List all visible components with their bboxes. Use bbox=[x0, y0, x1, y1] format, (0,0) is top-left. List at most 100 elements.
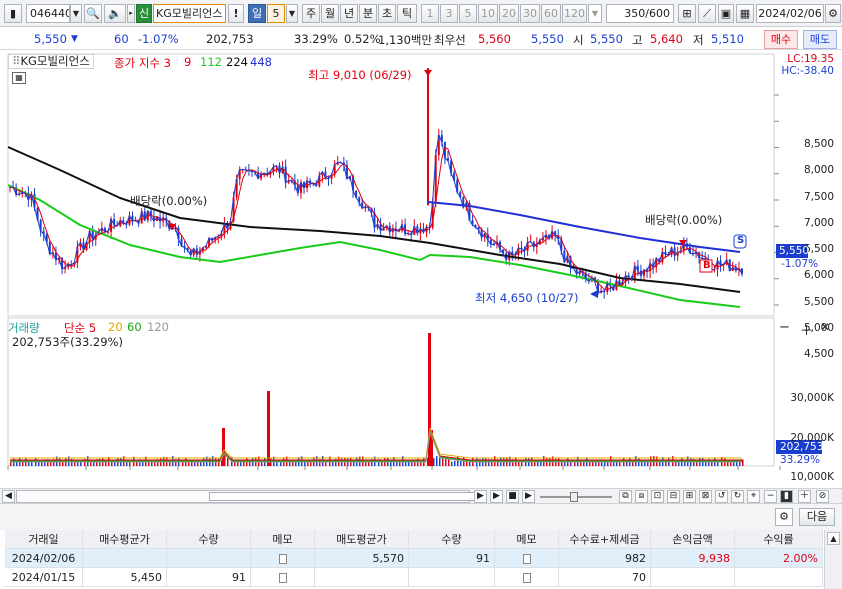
chart-type-icon[interactable]: ▮ bbox=[4, 4, 22, 23]
period-year-button[interactable]: 년 bbox=[340, 4, 358, 23]
minute-dropdown-icon[interactable]: ▼ bbox=[588, 4, 602, 23]
scroll-thumb[interactable] bbox=[209, 492, 485, 501]
indicator-add-icon[interactable]: ⊞ bbox=[678, 4, 696, 23]
play-icon[interactable]: ▶ bbox=[490, 490, 503, 503]
minute-120-button[interactable]: 120 bbox=[562, 4, 587, 23]
volume-bar bbox=[451, 461, 453, 466]
period-tick-button[interactable]: 틱 bbox=[397, 4, 417, 23]
step-icon[interactable]: ▶ bbox=[522, 490, 535, 503]
volume-spike-bar bbox=[222, 428, 225, 466]
period-month-button[interactable]: 월 bbox=[321, 4, 339, 23]
zoom-box-icon[interactable]: ⧈ bbox=[635, 490, 648, 503]
crosshair-icon[interactable]: ⌖ bbox=[747, 490, 760, 503]
volume-bar bbox=[604, 461, 606, 466]
warning-button[interactable]: ! bbox=[228, 4, 244, 23]
zoom-pan-icon[interactable]: ⊟ bbox=[667, 490, 680, 503]
speed-slider[interactable] bbox=[540, 492, 612, 502]
volume-pct-tag: 33.29% bbox=[780, 454, 821, 466]
scroll-prev-icon[interactable]: ▶ bbox=[474, 490, 487, 503]
stock-name-field[interactable]: KG모빌리언스 bbox=[153, 4, 226, 23]
memo-icon[interactable] bbox=[251, 568, 315, 587]
cell-sell-avg bbox=[315, 568, 409, 587]
volume-ma20-legend: 20 bbox=[108, 320, 123, 334]
pane-maximize-icon[interactable]: ＋ bbox=[800, 320, 813, 339]
scroll-up-icon[interactable]: ▲ bbox=[827, 532, 840, 545]
scroll-track[interactable] bbox=[16, 490, 485, 503]
volume-spike-bar bbox=[267, 391, 270, 466]
calendar-icon[interactable]: ▦ bbox=[736, 4, 754, 23]
pane-minimize-icon[interactable]: − bbox=[779, 320, 790, 335]
table-row[interactable]: 2024/01/15 5,450 91 70 bbox=[5, 568, 823, 587]
undo-icon[interactable]: ↺ bbox=[715, 490, 728, 503]
memo-icon[interactable] bbox=[495, 568, 559, 587]
period-minute-button[interactable]: 분 bbox=[359, 4, 377, 23]
expand-icon[interactable]: ＋ bbox=[798, 490, 811, 503]
volume-bar bbox=[182, 461, 184, 466]
slider-indicator-icon[interactable]: ▮ bbox=[780, 490, 793, 503]
volume-tag: 202,753 bbox=[780, 441, 824, 453]
settings-icon[interactable]: ⚙ bbox=[825, 4, 841, 23]
count-value: 350 bbox=[624, 7, 646, 20]
minute-5-button[interactable]: 5 bbox=[459, 4, 477, 23]
period-number-field[interactable]: 5 bbox=[267, 4, 285, 23]
code-dropdown-icon[interactable]: ▼ bbox=[70, 4, 82, 23]
scroll-left-icon[interactable]: ◀ bbox=[2, 490, 15, 503]
minute-1-button[interactable]: 1 bbox=[421, 4, 439, 23]
buy-button[interactable]: 매수 bbox=[764, 30, 798, 49]
price-tick-label: 4,500 bbox=[803, 348, 834, 360]
price-pane-frame bbox=[7, 53, 775, 317]
pane-close-icon[interactable]: ✕ bbox=[820, 320, 830, 334]
table-scrollbar[interactable]: ▲ bbox=[824, 530, 842, 589]
redo-icon[interactable]: ↻ bbox=[731, 490, 744, 503]
cell-fee: 982 bbox=[559, 549, 651, 568]
memo-icon[interactable] bbox=[495, 549, 559, 568]
draw-line-icon[interactable]: ⟋ bbox=[698, 4, 716, 23]
price-tick-label: 8,000 bbox=[803, 164, 834, 177]
zoom-reset-icon[interactable]: ⊡ bbox=[651, 490, 664, 503]
annotation-dividend-1: 배당락(0.00%) bbox=[130, 194, 208, 208]
zoom-in-icon[interactable]: ⊞ bbox=[683, 490, 696, 503]
chart-stock-tab[interactable]: ⠿KG모빌리언스 bbox=[8, 54, 94, 69]
close-index-legend: 종가 지수 3 bbox=[114, 56, 171, 70]
minute-60-button[interactable]: 60 bbox=[541, 4, 561, 23]
speaker-icon[interactable]: 🔈 bbox=[104, 4, 126, 23]
memo-icon[interactable] bbox=[251, 549, 315, 568]
speaker-arrow-icon[interactable]: ▸ bbox=[127, 4, 135, 23]
close-chart-icon[interactable]: ⊘ bbox=[816, 490, 829, 503]
count-field[interactable]: 350/600 bbox=[606, 4, 674, 23]
shrink-icon[interactable]: − bbox=[764, 490, 777, 503]
chart-svg[interactable] bbox=[0, 50, 842, 488]
save-icon[interactable]: ▣ bbox=[718, 4, 734, 23]
table-toggle-icon[interactable]: ▦ bbox=[12, 72, 26, 84]
chart-scrollbar[interactable]: ◀ ▶ ▶ ■ ▶ ⧉ ⧈ ⊡ ⊟ ⊞ ⊠ ↺ ↻ ⌖ − ▮ ＋ ⊘ bbox=[0, 488, 842, 504]
low-price: 5,510 bbox=[711, 32, 744, 46]
period-dropdown-icon[interactable]: ▼ bbox=[286, 4, 298, 23]
minute-3-button[interactable]: 3 bbox=[440, 4, 458, 23]
table-header: 거래일 매수평균가 수량 메모 매도평균가 수량 메모 수수료+제세금 손익금액… bbox=[5, 530, 823, 549]
price-tick-label: 7,500 bbox=[803, 190, 834, 203]
period-day-button[interactable]: 일 bbox=[248, 4, 266, 23]
search-icon[interactable]: 🔍 bbox=[84, 4, 102, 23]
stop-icon[interactable]: ■ bbox=[506, 490, 519, 503]
zoom-fit-icon[interactable]: ⧉ bbox=[619, 490, 632, 503]
stock-code-input[interactable]: 046440 bbox=[26, 4, 70, 23]
volume-tick-label: 10,000K bbox=[790, 471, 834, 483]
cell-sell-avg: 5,570 bbox=[315, 549, 409, 568]
minute-30-button[interactable]: 30 bbox=[520, 4, 540, 23]
col-buy-avg: 매수평균가 bbox=[83, 530, 167, 549]
col-pnl: 손익금액 bbox=[651, 530, 735, 549]
zoom-out-icon[interactable]: ⊠ bbox=[699, 490, 712, 503]
period-second-button[interactable]: 초 bbox=[378, 4, 396, 23]
count-max: /600 bbox=[645, 7, 670, 20]
sell-button[interactable]: 매도 bbox=[803, 30, 837, 49]
date-field[interactable]: 2024/02/06 bbox=[756, 4, 824, 23]
period-week-button[interactable]: 주 bbox=[302, 4, 320, 23]
next-button[interactable]: 다음 bbox=[799, 508, 835, 526]
col-qty-2: 수량 bbox=[409, 530, 495, 549]
table-settings-icon[interactable]: ⚙ bbox=[775, 508, 793, 526]
chart-area[interactable]: ⠿KG모빌리언스 종가 지수 3 9 112 224 448 ▦ 최고 9,01… bbox=[0, 50, 842, 532]
minute-20-button[interactable]: 20 bbox=[499, 4, 519, 23]
minute-10-button[interactable]: 10 bbox=[478, 4, 498, 23]
table-row[interactable]: 2024/02/06 5,570 91 982 9,938 2.00% bbox=[5, 549, 823, 568]
table-toolbar: ⚙ 다음 bbox=[0, 504, 842, 530]
